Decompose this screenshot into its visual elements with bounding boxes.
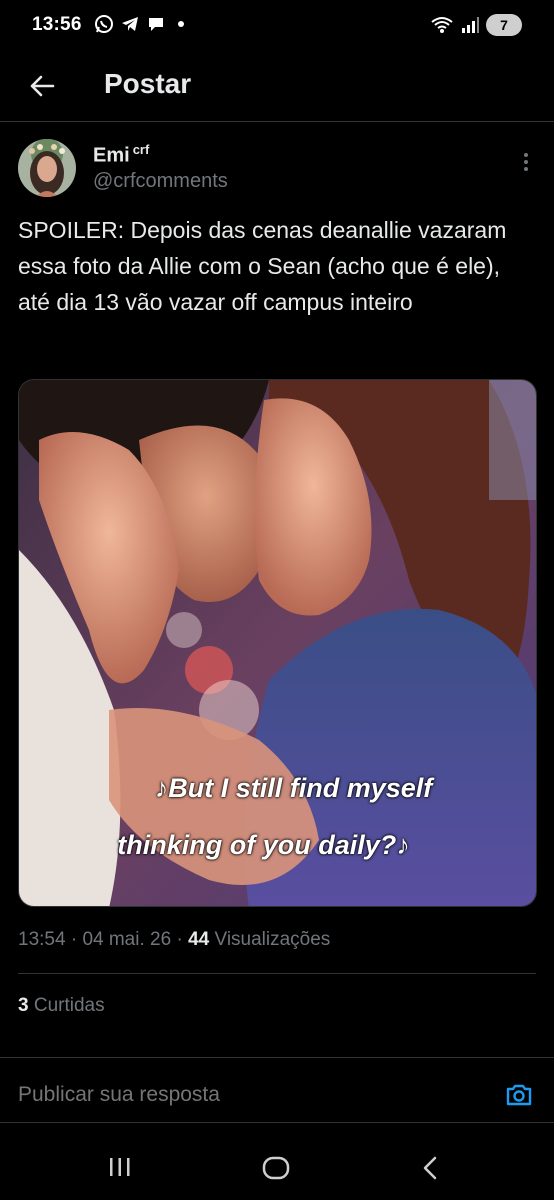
more-options-button[interactable] — [516, 150, 536, 174]
author-handle[interactable]: @crfcomments — [93, 170, 228, 193]
more-notifications-dot — [178, 21, 184, 27]
post-image[interactable]: ♪But I still find myself thinking of you… — [18, 379, 537, 907]
views-count: 44 — [188, 929, 210, 950]
views-label: Visualizações — [214, 929, 331, 950]
battery-icon: 7 — [486, 14, 522, 36]
wifi-icon — [431, 17, 453, 33]
more-dot — [524, 153, 528, 157]
post-meta: 13:54 · 04 mai. 26 · 44 Visualizações — [18, 929, 331, 950]
post-time: 13:54 — [18, 929, 66, 950]
notification-icons — [94, 14, 184, 34]
camera-button[interactable] — [504, 1080, 534, 1110]
image-caption-line-2: thinking of you daily?♪ — [117, 830, 410, 860]
status-bar: 13:56 7 — [0, 0, 554, 52]
divider — [0, 1122, 554, 1123]
back-nav-icon[interactable] — [420, 1156, 440, 1180]
divider — [18, 973, 536, 974]
recent-apps-icon[interactable] — [108, 1156, 132, 1178]
camera-icon — [506, 1084, 532, 1106]
more-dot — [524, 160, 528, 164]
chat-icon — [149, 18, 163, 31]
page-title: Postar — [104, 68, 192, 99]
avatar[interactable] — [18, 139, 76, 197]
post-text: SPOILER: Depois das cenas deanallie vaza… — [18, 217, 507, 315]
telegram-icon — [122, 17, 138, 31]
top-header: Postar — [0, 52, 554, 122]
whatsapp-icon — [95, 15, 113, 33]
author-superscript: crf — [132, 142, 150, 157]
status-time: 13:56 — [32, 14, 82, 35]
back-button[interactable] — [22, 66, 62, 106]
battery-level: 7 — [500, 17, 508, 33]
arrow-left-icon — [30, 75, 55, 97]
likes-link[interactable]: 3 Curtidas — [18, 995, 105, 1017]
signal-icon — [462, 17, 479, 33]
divider — [0, 1057, 554, 1058]
system-navigation-bar — [0, 1124, 554, 1200]
image-caption-line-1: ♪But I still find myself — [154, 773, 433, 803]
more-dot — [524, 167, 528, 171]
post-date: 04 mai. 26 — [82, 929, 172, 950]
likes-label: Curtidas — [33, 995, 105, 1016]
system-icons: 7 — [430, 14, 522, 36]
home-icon[interactable] — [262, 1156, 290, 1180]
likes-count: 3 — [18, 995, 29, 1016]
reply-input[interactable] — [18, 1083, 458, 1107]
author-display-name: Emi — [93, 144, 130, 167]
author-name[interactable]: Emi crf — [93, 142, 149, 168]
